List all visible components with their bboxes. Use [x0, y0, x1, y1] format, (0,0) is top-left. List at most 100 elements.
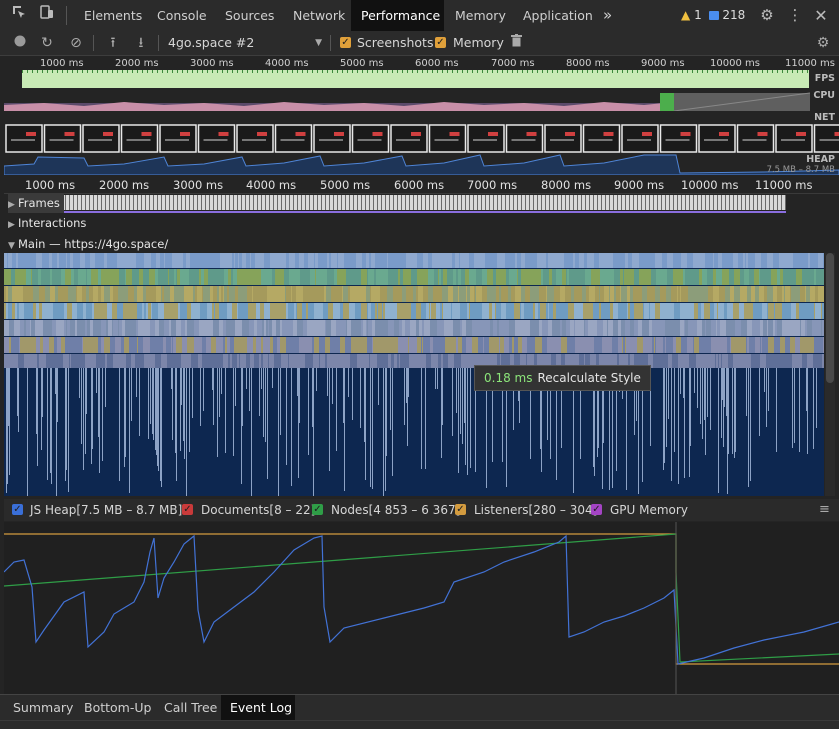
screenshot-thumbnail [738, 125, 774, 152]
ruler-tick: 8000 ms [541, 178, 591, 192]
screenshot-thumbnail [199, 125, 235, 152]
screenshot-thumbnail [584, 125, 620, 152]
performance-toolbar: ↻ ⊘ ⭱ ⭳ 4go.space #2 ▼ ✓ Screenshots ✓ M… [0, 31, 839, 56]
tab-summary[interactable]: Summary [4, 695, 82, 721]
main-flame-chart[interactable] [4, 253, 824, 496]
tab-application[interactable]: Application [513, 0, 603, 31]
tab-console[interactable]: Console [147, 0, 217, 31]
settings-gear-icon[interactable]: ⚙ [756, 0, 778, 31]
gpu-memory-checkbox[interactable]: ✓ [591, 504, 602, 515]
nodes-checkbox[interactable]: ✓ [312, 504, 323, 515]
overview-tick: 2000 ms [115, 58, 159, 69]
js-heap-checkbox[interactable]: ✓ [12, 504, 23, 515]
js-heap-line [4, 536, 839, 664]
ruler-tick: 4000 ms [246, 178, 296, 192]
screenshot-thumbnail [353, 125, 389, 152]
frames-label: Frames [18, 196, 60, 210]
tab-performance[interactable]: Performance [351, 0, 444, 31]
record-button[interactable] [10, 31, 30, 55]
screenshot-thumbnail [160, 125, 196, 152]
js-heap-label: JS Heap[7.5 MB – 8.7 MB] [30, 499, 182, 521]
interactions-row-label[interactable]: ▶Interactions [8, 213, 86, 233]
overview-tick: 5000 ms [340, 58, 384, 69]
tooltip-duration: 0.18 ms [484, 371, 532, 385]
screenshot-thumbnail [545, 125, 581, 152]
screenshot-thumbnail [314, 125, 350, 152]
interactions-label: Interactions [18, 216, 86, 230]
ruler-tick: 2000 ms [99, 178, 149, 192]
expand-triangle-icon: ▶ [8, 215, 18, 235]
flame-scrollbar-thumb[interactable] [826, 253, 834, 383]
tab-network[interactable]: Network [283, 0, 355, 31]
main-thread-header[interactable]: ▼Main — https://4go.space/ [4, 234, 839, 254]
listeners-checkbox[interactable]: ✓ [455, 504, 466, 515]
tab-sources[interactable]: Sources [215, 0, 284, 31]
nodes-label: Nodes[4 853 – 6 367] [331, 499, 460, 521]
main-row-label[interactable]: ▼Main — https://4go.space/ [8, 234, 168, 254]
flame-scrollbar[interactable] [825, 253, 835, 496]
warning-count: 1 [694, 8, 702, 22]
frames-track[interactable]: ▶Frames [4, 193, 839, 213]
profile-select-value: 4go.space #2 [168, 35, 254, 50]
toolbar-divider [93, 35, 94, 51]
tab-event-log[interactable]: Event Log [221, 695, 295, 721]
screenshots-checkbox[interactable]: ✓ [340, 37, 351, 48]
device-toolbar-icon[interactable] [36, 0, 58, 31]
toolbar-divider [330, 35, 331, 51]
inspect-element-icon[interactable] [8, 0, 30, 31]
memory-counters-bar: ✓ JS Heap[7.5 MB – 8.7 MB] ✓ Documents[8… [4, 499, 839, 521]
cpu-strip [4, 91, 810, 111]
screenshot-thumbnail [699, 125, 735, 152]
more-options-icon[interactable]: ⋮ [785, 0, 805, 31]
warnings-counter[interactable]: ▲ 1 218 [681, 0, 745, 31]
warning-icon: ▲ [681, 8, 690, 22]
clear-icon[interactable]: ⊘ [66, 31, 86, 55]
overview-tick: 3000 ms [190, 58, 234, 69]
ruler-tick: 10000 ms [681, 178, 738, 192]
ruler-tick: 5000 ms [320, 178, 370, 192]
message-count: 218 [722, 8, 745, 22]
screenshot-thumbnail [661, 125, 697, 152]
more-tabs-button[interactable]: » [593, 0, 622, 31]
overview-tick: 6000 ms [415, 58, 459, 69]
load-profile-icon[interactable]: ⭱ [103, 31, 123, 55]
screenshot-thumbnail [815, 125, 839, 152]
timeline-ruler: 1000 ms 2000 ms 3000 ms 4000 ms 5000 ms … [4, 176, 839, 194]
tab-bottom-up[interactable]: Bottom-Up [75, 695, 160, 721]
memory-checkbox[interactable]: ✓ [435, 37, 446, 48]
interactions-track[interactable]: ▶Interactions [4, 213, 839, 233]
frames-row-label[interactable]: ▶Frames [8, 193, 64, 213]
fps-label: FPS [815, 73, 835, 84]
ruler-tick: 3000 ms [173, 178, 223, 192]
heap-range: 7.5 MB – 8.7 MB [767, 165, 835, 175]
devtools-tab-bar: Elements Console Sources Network Perform… [0, 0, 839, 32]
overview-tick: 9000 ms [641, 58, 685, 69]
counters-menu-icon[interactable]: ≡ [819, 499, 830, 521]
screenshots-label: Screenshots [357, 31, 433, 55]
profile-select[interactable]: 4go.space #2 ▼ [168, 31, 326, 55]
reload-record-icon[interactable]: ↻ [37, 31, 57, 55]
overview-tick: 1000 ms [40, 58, 84, 69]
save-profile-icon[interactable]: ⭳ [131, 31, 151, 55]
overview-tick: 4000 ms [265, 58, 309, 69]
documents-checkbox[interactable]: ✓ [182, 504, 193, 515]
ruler-tick: 6000 ms [394, 178, 444, 192]
screenshot-thumbnail [237, 125, 273, 152]
timeline-overview[interactable]: 1000 ms 2000 ms 3000 ms 4000 ms 5000 ms … [4, 56, 839, 175]
overview-tick: 8000 ms [566, 58, 610, 69]
trash-icon[interactable] [506, 31, 526, 55]
cpu-label: CPU [813, 90, 835, 101]
screenshot-thumbnail [430, 125, 466, 152]
capture-settings-gear-icon[interactable]: ⚙ [813, 31, 833, 55]
ruler-tick: 11000 ms [755, 178, 812, 192]
memory-graph[interactable] [4, 522, 839, 694]
ruler-tick: 7000 ms [467, 178, 517, 192]
screenshot-thumbnail [391, 125, 427, 152]
tab-call-tree[interactable]: Call Tree [155, 695, 226, 721]
close-icon[interactable]: ✕ [810, 0, 832, 31]
screenshot-thumbnail [122, 125, 158, 152]
tab-memory[interactable]: Memory [445, 0, 516, 31]
heap-label: HEAP [806, 154, 835, 165]
overview-tick: 10000 ms [710, 58, 760, 69]
tab-elements[interactable]: Elements [74, 0, 152, 31]
